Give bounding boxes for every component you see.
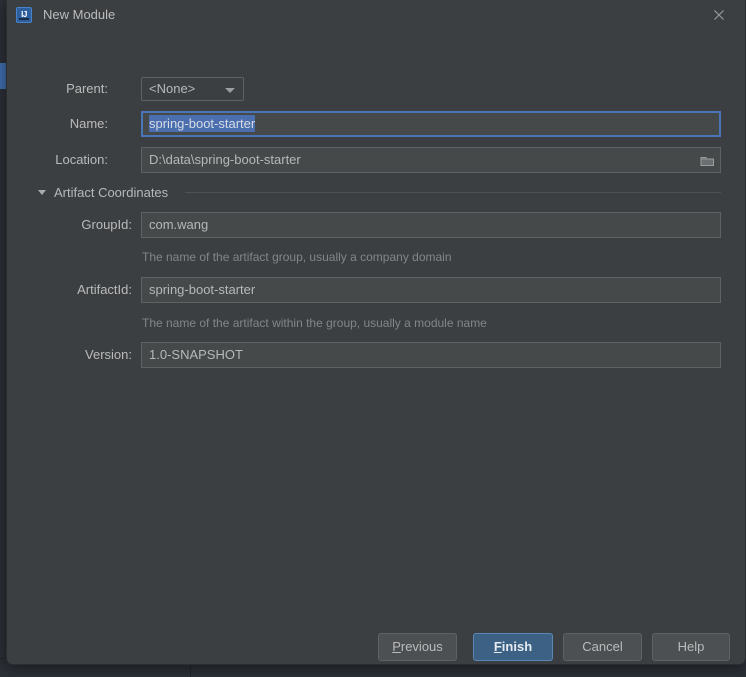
name-input-value: spring-boot-starter	[149, 115, 256, 132]
parent-label: Parent:	[66, 81, 108, 96]
finish-button-label: inish	[501, 639, 533, 654]
parent-combobox[interactable]: <None>	[141, 77, 244, 101]
help-button-label: Help	[677, 639, 705, 654]
version-row: Version: 1.0-SNAPSHOT	[7, 342, 745, 368]
groupid-input-value: com.wang	[149, 217, 209, 232]
version-input[interactable]: 1.0-SNAPSHOT	[141, 342, 721, 368]
dialog-titlebar: IJ New Module	[7, 0, 745, 30]
location-row: Location: D:\data\spring-boot-starter	[7, 147, 745, 173]
name-row: Name: spring-boot-starter	[7, 111, 745, 137]
parent-row: Parent: <None>	[7, 76, 745, 102]
previous-button-label: revious	[400, 639, 443, 654]
parent-combobox-value: <None>	[149, 81, 196, 96]
chevron-down-icon	[225, 88, 235, 93]
name-input[interactable]: spring-boot-starter	[141, 111, 721, 137]
artifactid-row: ArtifactId: spring-boot-starter	[7, 277, 745, 303]
groupid-label: GroupId:	[81, 217, 132, 232]
cancel-button-label: Cancel	[582, 639, 623, 654]
dialog-title: New Module	[43, 7, 116, 22]
artifactid-label: ArtifactId:	[77, 282, 132, 297]
groupid-input[interactable]: com.wang	[141, 212, 721, 238]
finish-button[interactable]: Finish	[473, 633, 553, 661]
folder-icon[interactable]	[695, 148, 719, 172]
section-separator-line	[185, 192, 721, 193]
groupid-hint: The name of the artifact group, usually …	[142, 250, 452, 264]
new-module-dialog: IJ New Module Parent: <None> Name: sprin…	[6, 0, 746, 665]
help-button[interactable]: Help	[652, 633, 730, 661]
previous-button[interactable]: Previous	[378, 633, 457, 661]
artifactid-input-value: spring-boot-starter	[149, 282, 256, 297]
version-label: Version:	[85, 347, 132, 362]
finish-button-mnemonic: F	[493, 639, 502, 654]
artifactid-input[interactable]: spring-boot-starter	[141, 277, 721, 303]
artifact-coordinates-title: Artifact Coordinates	[54, 185, 169, 200]
close-icon[interactable]	[710, 6, 728, 24]
location-input-value: D:\data\spring-boot-starter	[149, 152, 301, 167]
intellij-idea-icon: IJ	[16, 7, 32, 23]
cancel-button[interactable]: Cancel	[563, 633, 642, 661]
version-input-value: 1.0-SNAPSHOT	[149, 347, 243, 362]
triangle-down-icon[interactable]	[38, 190, 46, 195]
previous-button-mnemonic: P	[392, 639, 401, 654]
location-input[interactable]: D:\data\spring-boot-starter	[141, 147, 721, 173]
name-label: Name:	[69, 116, 108, 131]
location-label: Location:	[55, 152, 108, 167]
groupid-row: GroupId: com.wang	[7, 212, 745, 238]
artifactid-hint: The name of the artifact within the grou…	[142, 316, 487, 330]
